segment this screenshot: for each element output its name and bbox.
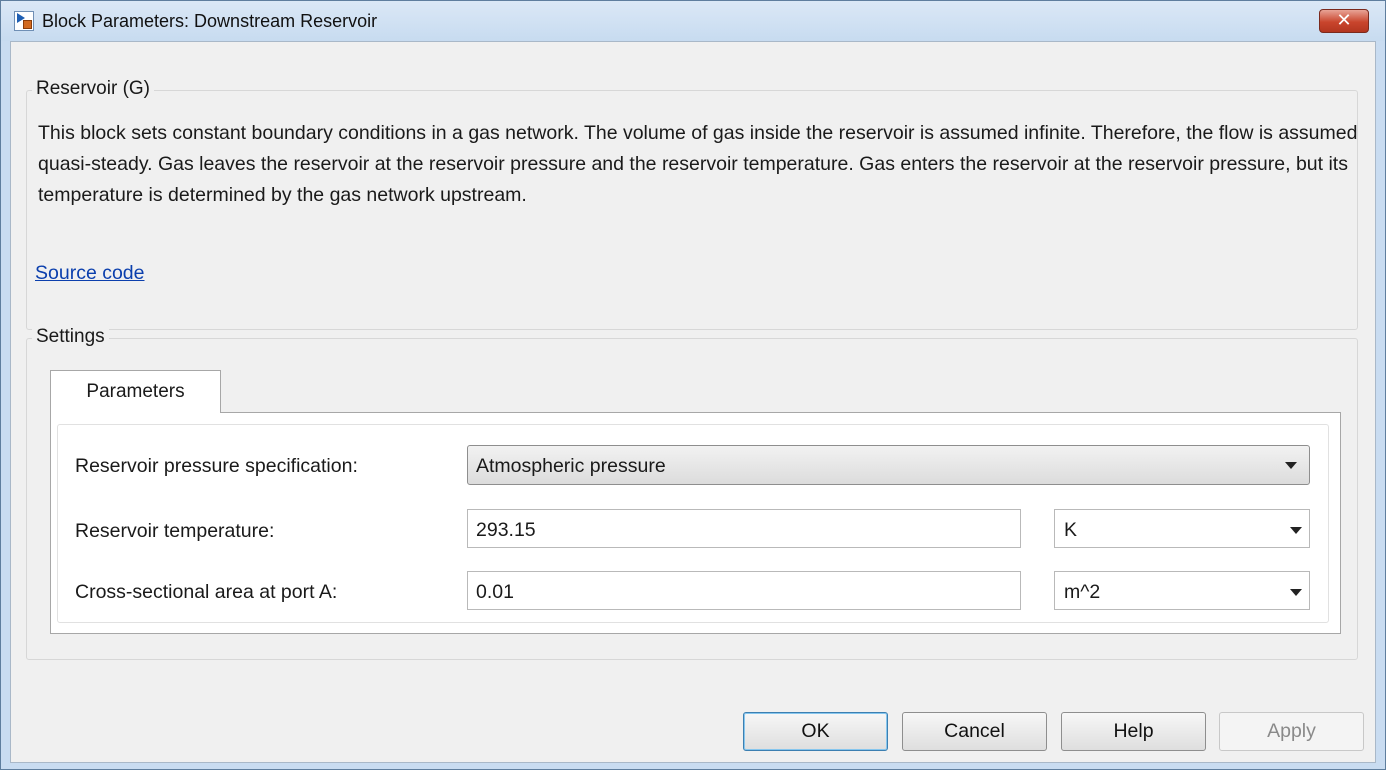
- close-icon: ✕: [1336, 10, 1352, 30]
- temperature-value: 293.15: [476, 519, 536, 541]
- pressure-spec-label: Reservoir pressure specification:: [75, 455, 358, 477]
- block-description: This block sets constant boundary condit…: [38, 122, 1358, 206]
- title-bar[interactable]: Block Parameters: Downstream Reservoir ✕: [1, 1, 1385, 41]
- area-unit-value: m^2: [1064, 581, 1101, 603]
- pressure-spec-value: Atmospheric pressure: [476, 455, 666, 477]
- tab-parameters[interactable]: Parameters: [50, 370, 221, 413]
- chevron-down-icon: [1290, 527, 1302, 534]
- settings-group-title: Settings: [32, 326, 109, 348]
- close-button[interactable]: ✕: [1319, 9, 1369, 33]
- cancel-button[interactable]: Cancel: [902, 712, 1047, 751]
- apply-button[interactable]: Apply: [1219, 712, 1364, 751]
- area-unit-dropdown[interactable]: m^2: [1054, 571, 1310, 610]
- temperature-label: Reservoir temperature:: [75, 520, 275, 542]
- area-field[interactable]: 0.01: [467, 571, 1021, 610]
- chevron-down-icon: [1285, 462, 1297, 469]
- source-code-link[interactable]: Source code: [35, 262, 145, 285]
- pressure-spec-dropdown[interactable]: Atmospheric pressure: [467, 445, 1310, 485]
- temperature-unit-value: K: [1064, 519, 1078, 541]
- area-value: 0.01: [476, 581, 514, 603]
- window-title: Block Parameters: Downstream Reservoir: [42, 11, 378, 31]
- chevron-down-icon: [1290, 589, 1302, 596]
- reservoir-group-title: Reservoir (G): [32, 78, 155, 100]
- area-label: Cross-sectional area at port A:: [75, 581, 338, 603]
- help-button[interactable]: Help: [1061, 712, 1206, 751]
- block-square-shape: [23, 20, 32, 29]
- simulink-block-icon: [14, 11, 34, 31]
- dialog-window: Block Parameters: Downstream Reservoir ✕…: [0, 0, 1386, 770]
- ok-button[interactable]: OK: [743, 712, 888, 751]
- temperature-unit-dropdown[interactable]: K: [1054, 509, 1310, 548]
- temperature-field[interactable]: 293.15: [467, 509, 1021, 548]
